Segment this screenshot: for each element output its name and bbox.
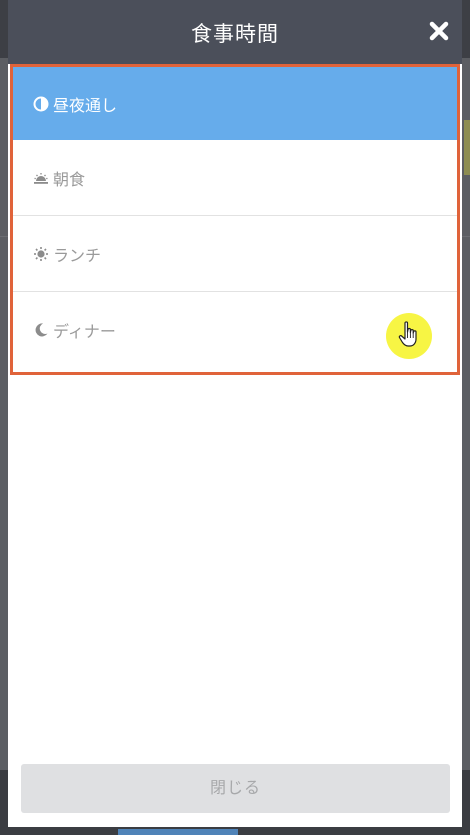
- meal-time-label: ディナー: [53, 324, 116, 341]
- meal-time-label: ランチ: [53, 247, 102, 265]
- background-button: [118, 829, 238, 835]
- meal-time-item-all-day[interactable]: 昼夜通し: [13, 67, 457, 140]
- meal-time-label: 昼夜通し: [53, 97, 118, 115]
- close-button[interactable]: 閉じる: [21, 764, 450, 813]
- close-icon[interactable]: [428, 20, 450, 42]
- half-circle-icon: [33, 96, 49, 112]
- meal-time-modal: 食事時間 昼夜通し 朝食 ランチ ディナー 閉じる: [8, 0, 462, 827]
- meal-time-label: 朝食: [53, 171, 86, 189]
- sun-icon: [33, 246, 49, 262]
- modal-header: 食事時間: [8, 0, 462, 64]
- modal-title: 食事時間: [191, 23, 279, 46]
- meal-time-item-lunch[interactable]: ランチ: [13, 216, 457, 292]
- meal-time-item-breakfast[interactable]: 朝食: [13, 140, 457, 216]
- sunrise-icon: [33, 170, 49, 186]
- hand-cursor-icon: [397, 320, 421, 350]
- moon-icon: [33, 322, 49, 338]
- background-tag: [464, 120, 470, 175]
